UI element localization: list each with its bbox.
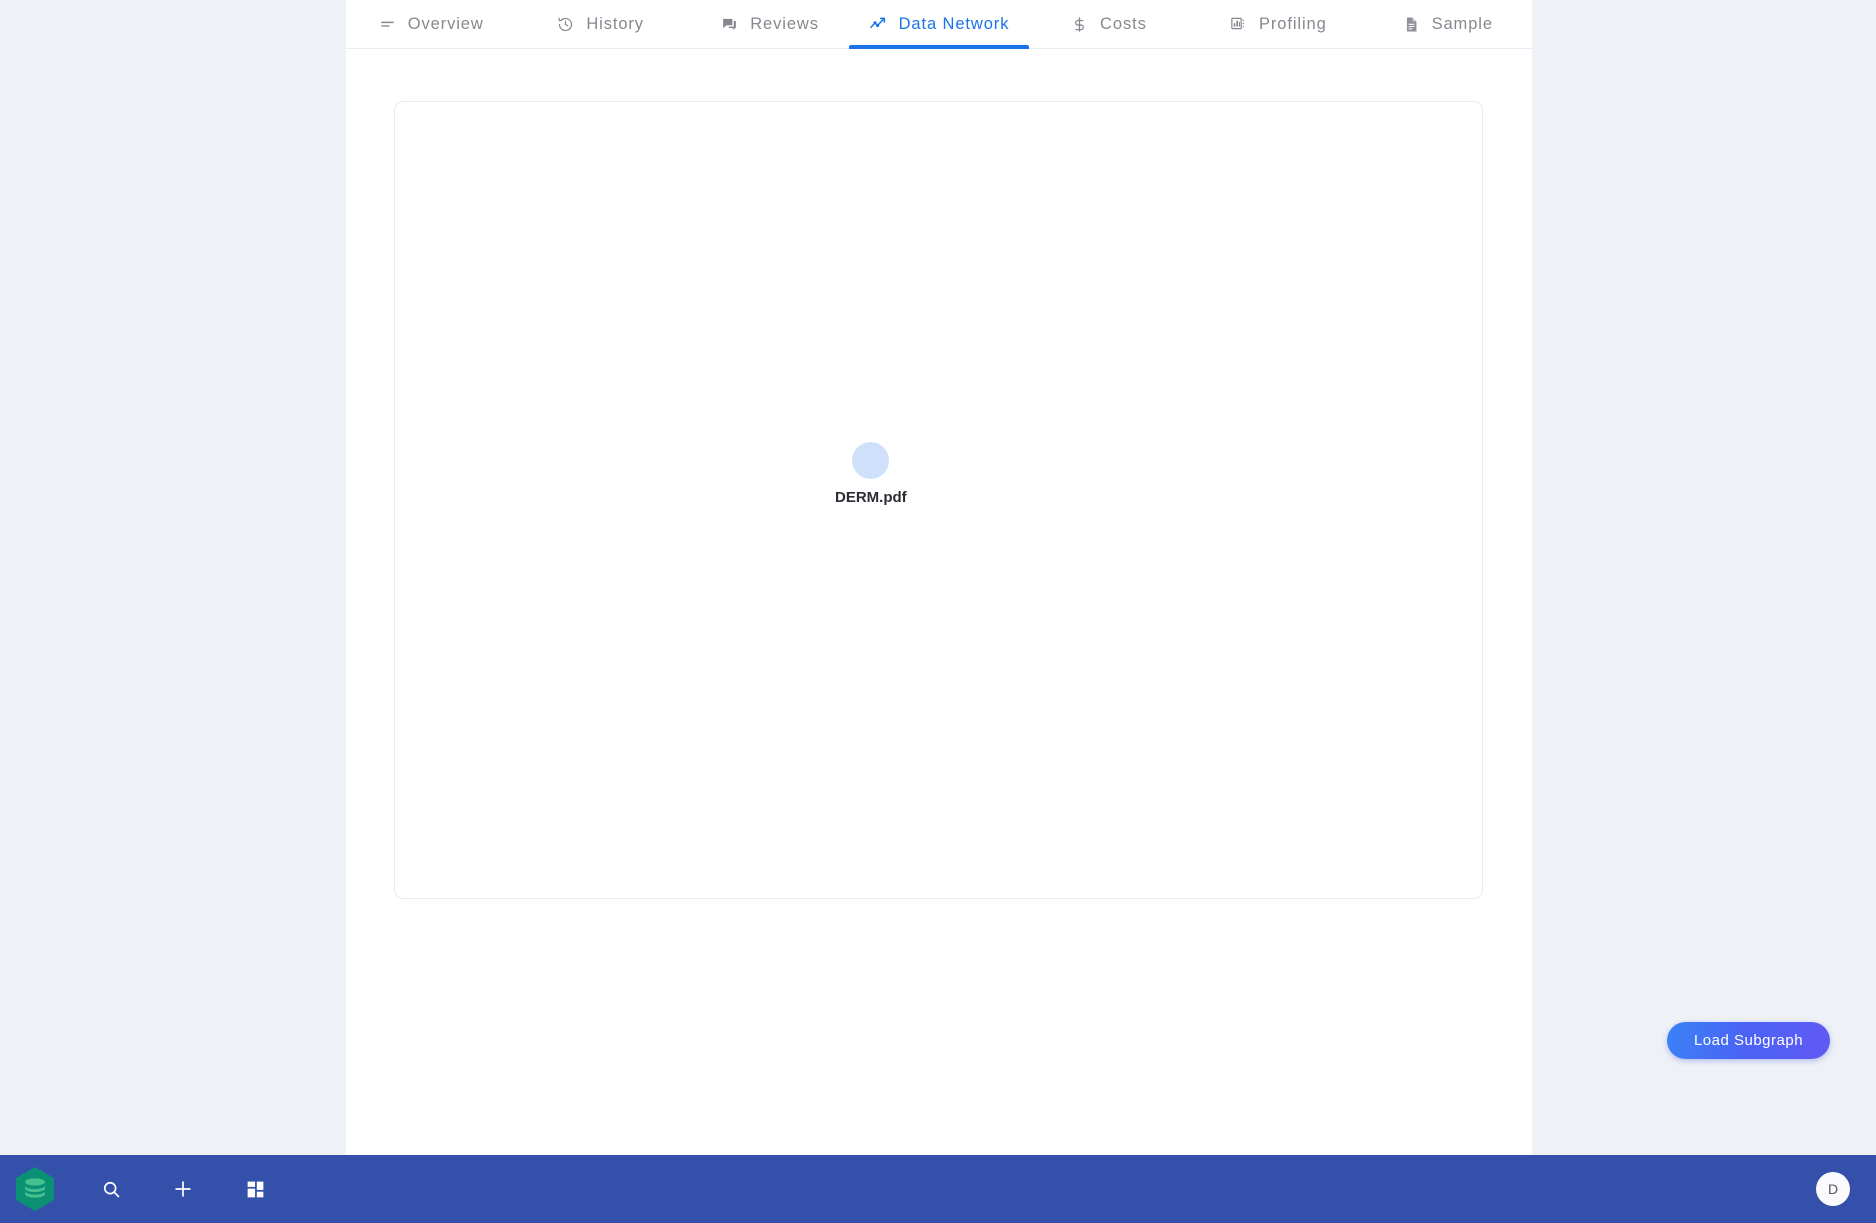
data-stack-logo[interactable] [14,1166,56,1212]
bottom-navigation-bar: D [0,1155,1876,1223]
tab-history[interactable]: History [515,0,684,48]
dollar-icon [1070,15,1089,34]
search-icon[interactable] [88,1166,134,1212]
tab-label: Reviews [750,14,819,33]
app-panel: Overview History Reviews Data Network Costs P… [346,0,1830,1155]
tab-sample[interactable]: Sample [1363,0,1532,48]
tab-label: Overview [407,14,484,33]
user-avatar[interactable]: D [1816,1172,1850,1206]
subject-icon [378,15,397,34]
tab-label: Costs [1100,14,1147,33]
tab-label: Sample [1431,14,1493,33]
tab-overview[interactable]: Overview [346,0,515,48]
bar-chart-box-icon [1229,15,1248,34]
load-subgraph-button[interactable]: Load Subgraph [1667,1022,1830,1059]
graph-canvas[interactable]: DERM.pdf [395,102,1482,898]
tab-label: History [586,14,644,33]
tab-reviews[interactable]: Reviews [685,0,854,48]
plus-icon[interactable] [160,1166,206,1212]
tab-costs[interactable]: Costs [1024,0,1193,48]
data-network-graph-card: DERM.pdf [394,101,1483,899]
clock-history-icon [556,15,575,34]
dashboard-grid-icon[interactable] [232,1166,278,1212]
tab-label: Profiling [1258,14,1327,33]
tab-label: Data Network [898,14,1010,33]
tab-data-network[interactable]: Data Network [854,0,1023,48]
graph-node-label: DERM.pdf [835,489,907,506]
avatar-initial: D [1827,1181,1839,1197]
document-icon [1402,15,1421,34]
tab-bar: Overview History Reviews Data Network Costs P… [346,0,1532,49]
graph-node-circle[interactable] [852,442,890,479]
comment-icon [720,15,739,34]
tab-profiling[interactable]: Profiling [1193,0,1362,48]
trending-up-icon [869,15,888,34]
graph-node[interactable]: DERM.pdf [835,442,907,506]
